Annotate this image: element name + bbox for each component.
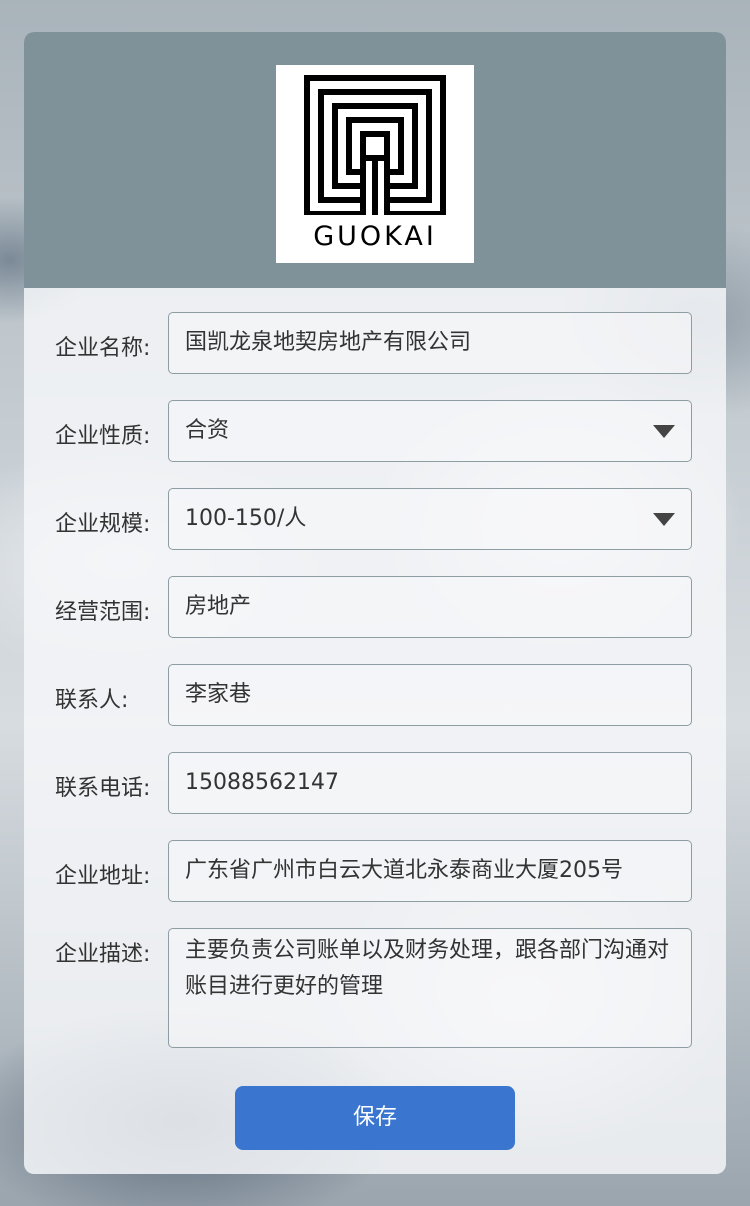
company-nature-label: 企业性质:	[55, 424, 151, 449]
caret-down-icon	[653, 425, 675, 438]
company-description-label: 企业描述:	[55, 942, 151, 967]
company-nature-select[interactable]: 合资	[168, 400, 692, 462]
logo-maze-icon	[304, 75, 446, 215]
company-address-input[interactable]: 广东省广州市白云大道北永泰商业大厦205号	[168, 840, 692, 902]
company-size-value: 100-150/人	[185, 506, 307, 531]
company-size-select[interactable]: 100-150/人	[168, 488, 692, 550]
company-description-textarea[interactable]: 主要负责公司账单以及财务处理，跟各部门沟通对账目进行更好的管理	[168, 928, 692, 1048]
logo-wordmark: GUOKAI	[313, 221, 437, 252]
company-name-input[interactable]: 国凯龙泉地契房地产有限公司	[168, 312, 692, 374]
contact-person-label: 联系人:	[55, 688, 129, 713]
business-scope-label: 经营范围:	[55, 600, 151, 625]
contact-phone-input[interactable]: 15088562147	[168, 752, 692, 814]
save-button[interactable]: 保存	[235, 1086, 515, 1150]
caret-down-icon	[653, 513, 675, 526]
company-name-label: 企业名称:	[55, 336, 151, 361]
contact-phone-label: 联系电话:	[55, 776, 151, 801]
company-profile-card: GUOKAI 企业名称: 国凯龙泉地契房地产有限公司 企业性质: 合资 企业规模…	[24, 32, 726, 1174]
company-nature-value: 合资	[185, 418, 230, 443]
card-header: GUOKAI	[24, 32, 726, 288]
company-size-label: 企业规模:	[55, 512, 151, 537]
business-scope-input[interactable]: 房地产	[168, 576, 692, 638]
contact-person-input[interactable]: 李家巷	[168, 664, 692, 726]
company-address-label: 企业地址:	[55, 864, 151, 889]
company-logo: GUOKAI	[276, 65, 474, 263]
